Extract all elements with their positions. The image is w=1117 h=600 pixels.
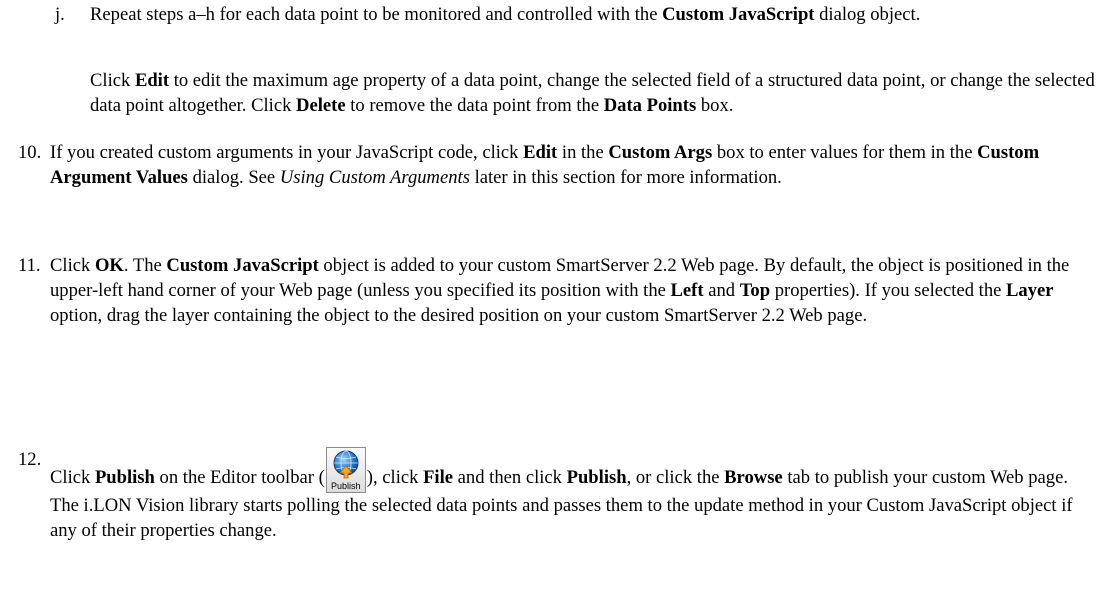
bold-term: OK [94,255,124,276]
text-run: option, drag the layer containing the ob… [50,305,868,326]
text-run: later in this section for more informati… [469,167,782,188]
text-run: box to enter values for them in the [712,142,978,163]
publish-globe-icon: Publish [325,447,366,493]
text-run: dialog. See [187,167,280,188]
text-run: Click [50,255,95,276]
step-text: Click OK. The Custom JavaScript object i… [50,253,1085,328]
list-marker: 12. [18,449,42,470]
bold-term: Data Points [603,95,697,116]
bold-term: Edit [134,70,170,91]
text-run: on the Editor toolbar ( [154,467,325,488]
text-run: to remove the data point from the [345,95,604,116]
text-run: and then click [453,467,567,488]
publish-icon-label: Publish [331,481,361,491]
bold-term: Custom JavaScript [662,4,815,25]
text-run: , or click the [626,467,725,488]
text-run: box. [696,95,734,116]
list-marker: 11. [18,255,41,276]
text-run: Click [90,70,135,91]
text-run: dialog object. [814,4,921,25]
bold-term: Top [739,280,771,301]
text-run: Repeat steps a–h for each data point to … [90,4,663,25]
text-run: ), click [366,467,424,488]
text-run: If you created custom arguments in your … [50,142,524,163]
text-run: Click [50,467,95,488]
bold-term: Layer [1006,280,1054,301]
bold-term: Publish [94,467,155,488]
list-marker: 10. [18,142,42,163]
step-continuation-text: Click Edit to edit the maximum age prope… [90,68,1100,118]
bold-term: Browse [724,467,783,488]
bold-term: Delete [296,95,346,116]
bold-term: Left [670,280,704,301]
bold-term: File [423,467,454,488]
bold-term: Custom Args [608,142,713,163]
step-text: Click Publish on the Editor toolbar ( Pu… [50,447,1090,543]
text-run: in the [557,142,609,163]
bold-term: Publish [566,467,627,488]
text-run: . The [123,255,167,276]
list-marker: j. [55,4,65,25]
bold-term: Edit [523,142,558,163]
step-text: Repeat steps a–h for each data point to … [90,2,1100,27]
italic-reference: Using Custom Arguments [279,167,470,188]
bold-term: Custom JavaScript [166,255,319,276]
step-text: If you created custom arguments in your … [50,140,1085,190]
text-run: and [703,280,740,301]
text-run: properties). If you selected the [770,280,1007,301]
